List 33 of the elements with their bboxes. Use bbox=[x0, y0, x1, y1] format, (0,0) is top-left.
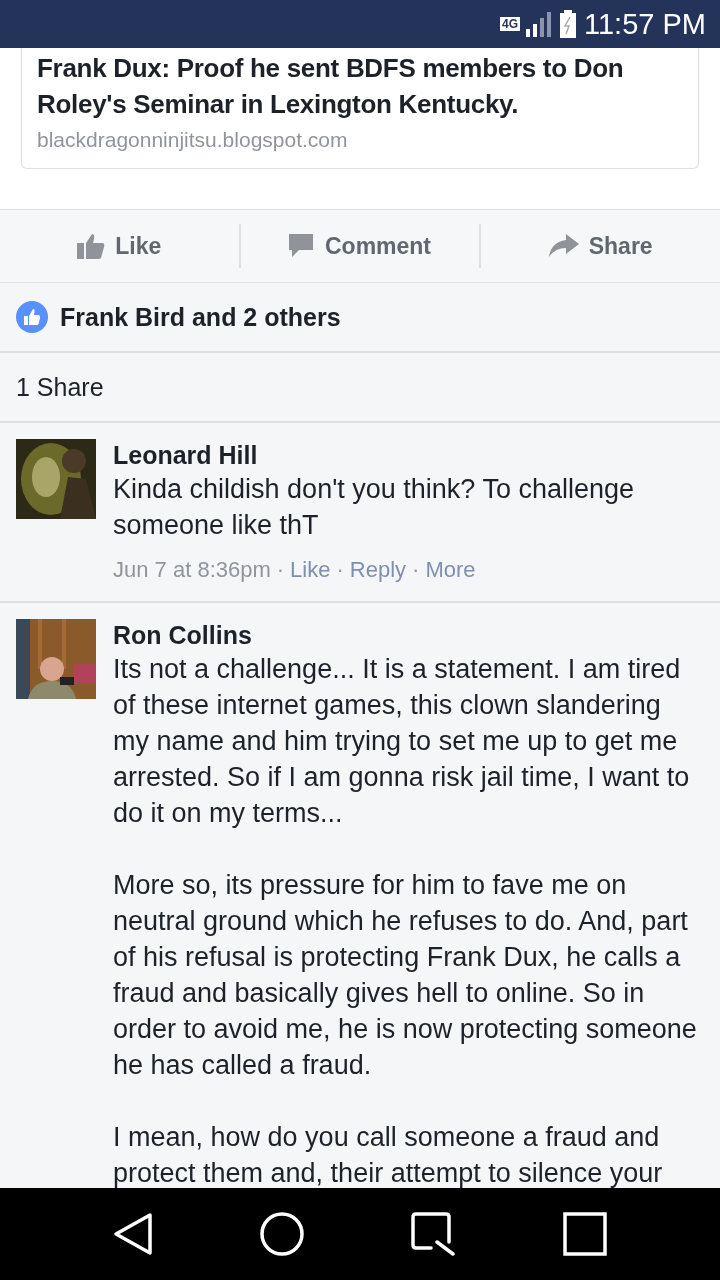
like-button[interactable]: Like bbox=[0, 210, 239, 282]
likes-summary[interactable]: Frank Bird and 2 others bbox=[60, 302, 341, 332]
comment-action-link[interactable]: More bbox=[425, 557, 476, 583]
share-arrow-icon bbox=[548, 234, 579, 258]
comment-text: Its not a challenge... It is a statement. I am tired of these internet games, this clown slandering my name and him trying to set me up to get me arrested. So if I am gonna risk jail time, I want to do it on my terms... bbox=[113, 653, 691, 830]
recents-icon[interactable] bbox=[411, 1212, 457, 1256]
share-button[interactable]: Share bbox=[481, 210, 720, 282]
home-icon[interactable] bbox=[259, 1211, 305, 1257]
signal-icon bbox=[526, 11, 554, 37]
comment-author[interactable]: Leonard Hill bbox=[113, 439, 704, 471]
link-card[interactable]: Frank Dux: Proof he sent BDFS members to Don Roley's Seminar in Lexington Kentucky. blackdragonninjitsu.blogspot.com bbox=[21, 48, 699, 169]
square-icon[interactable] bbox=[563, 1212, 607, 1256]
link-domain: blackdragonninjitsu.blogspot.com bbox=[37, 128, 349, 152]
comment-action-link[interactable]: Reply bbox=[349, 557, 407, 583]
clock: 11:57 PM bbox=[584, 7, 706, 41]
like-badge-icon bbox=[16, 301, 48, 333]
comment-author[interactable]: Ron Collins bbox=[113, 619, 704, 651]
back-icon[interactable] bbox=[113, 1212, 153, 1256]
comment-button[interactable]: Comment bbox=[240, 210, 480, 282]
link-title: Frank Dux: Proof he sent BDFS members to Don Roley's Seminar in Lexington Kentucky. bbox=[37, 52, 625, 121]
network-label: 4G bbox=[500, 17, 520, 31]
speech-bubble-icon bbox=[288, 233, 315, 259]
battery-icon bbox=[560, 10, 576, 38]
comment-time: Jun 7 at 8:36pm bbox=[113, 557, 271, 583]
comment-text: Kinda childish don't you think? To challenge someone like thT bbox=[113, 473, 635, 542]
separator-dot: · bbox=[336, 557, 344, 583]
thumbs-up-icon bbox=[77, 233, 106, 259]
comment-action-link[interactable]: Like bbox=[290, 557, 331, 583]
share-count[interactable]: 1 Share bbox=[16, 372, 104, 402]
separator-dot: · bbox=[412, 557, 420, 583]
separator-dot: · bbox=[276, 557, 285, 583]
comment-text: More so, its pressure for him to fave me on neutral ground which he refuses to do. And, part of his refusal is protecting Frank Dux, he calls a fraud and basically gives hell to online. So in order to avoid me, he is now protecting someone he has called a fraud. bbox=[113, 869, 698, 1082]
comment-text: I mean, how do you call someone a fraud and protect them and, their attempt to silence your bbox=[113, 1121, 664, 1188]
